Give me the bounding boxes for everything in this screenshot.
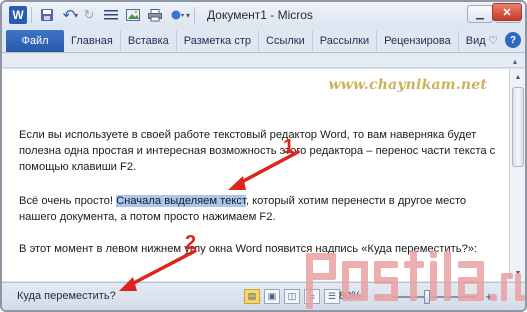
paragraph-2: Всё очень просто! Сначала выделяем текст… bbox=[19, 193, 501, 225]
tab-review[interactable]: Рецензирова bbox=[377, 30, 459, 52]
save-icon[interactable] bbox=[36, 5, 58, 25]
ribbon-tab-bar: Файл Главная Вставка Разметка стр Ссылки… bbox=[2, 29, 525, 53]
customize-icon[interactable] bbox=[166, 5, 188, 25]
paragraph-1: Если вы используете в своей работе текст… bbox=[19, 129, 496, 173]
qat-dropdown-icon[interactable]: ▾ bbox=[186, 11, 190, 20]
web-layout-view-icon[interactable]: ◫ bbox=[284, 289, 300, 304]
help-icon[interactable]: ? bbox=[505, 32, 521, 48]
tab-home[interactable]: Главная bbox=[64, 30, 121, 52]
tab-file[interactable]: Файл bbox=[6, 30, 64, 52]
selected-text[interactable]: Сначала выделяем текст bbox=[116, 195, 246, 207]
redo-icon[interactable]: ↻ bbox=[78, 5, 100, 25]
status-message: Куда переместить? bbox=[17, 290, 116, 302]
ruler-strip: ▴ bbox=[2, 54, 525, 68]
title-bar: W ↶ ▾ ↻ ▾ Документ1 - Micros ▁ ❐ bbox=[2, 2, 525, 28]
insert-picture-icon[interactable] bbox=[122, 5, 144, 25]
minimize-icon[interactable]: ▁ bbox=[467, 5, 493, 23]
ribbon-tools: ♡ ? bbox=[485, 32, 521, 48]
scroll-up-icon[interactable]: ▲ bbox=[512, 71, 524, 83]
tab-insert[interactable]: Вставка bbox=[121, 30, 177, 52]
close-icon[interactable]: ✕ bbox=[492, 3, 522, 21]
paragraph-2-text: Всё очень просто! bbox=[19, 195, 117, 207]
print-preview-icon[interactable] bbox=[144, 5, 166, 25]
ruler-toggle-icon[interactable]: ▴ bbox=[509, 55, 521, 67]
qat-separator bbox=[31, 7, 32, 23]
word-logo-icon[interactable]: W bbox=[9, 6, 27, 24]
scroll-thumb[interactable] bbox=[512, 87, 524, 167]
ribbon-collapse-icon[interactable]: ♡ bbox=[485, 32, 501, 48]
tab-page-layout[interactable]: Разметка стр bbox=[177, 30, 260, 52]
full-screen-view-icon[interactable]: ▣ bbox=[264, 289, 280, 304]
watermark: www.chaynikam.net bbox=[328, 77, 487, 93]
qat-separator bbox=[194, 7, 196, 23]
paragraph-format-icon[interactable] bbox=[100, 5, 122, 25]
tab-mailings[interactable]: Рассылки bbox=[313, 30, 378, 52]
tab-references[interactable]: Ссылки bbox=[259, 30, 313, 52]
window-title: Документ1 - Micros bbox=[207, 8, 313, 22]
postila-logo bbox=[306, 251, 525, 309]
print-layout-view-icon[interactable]: ▤ bbox=[244, 289, 260, 304]
